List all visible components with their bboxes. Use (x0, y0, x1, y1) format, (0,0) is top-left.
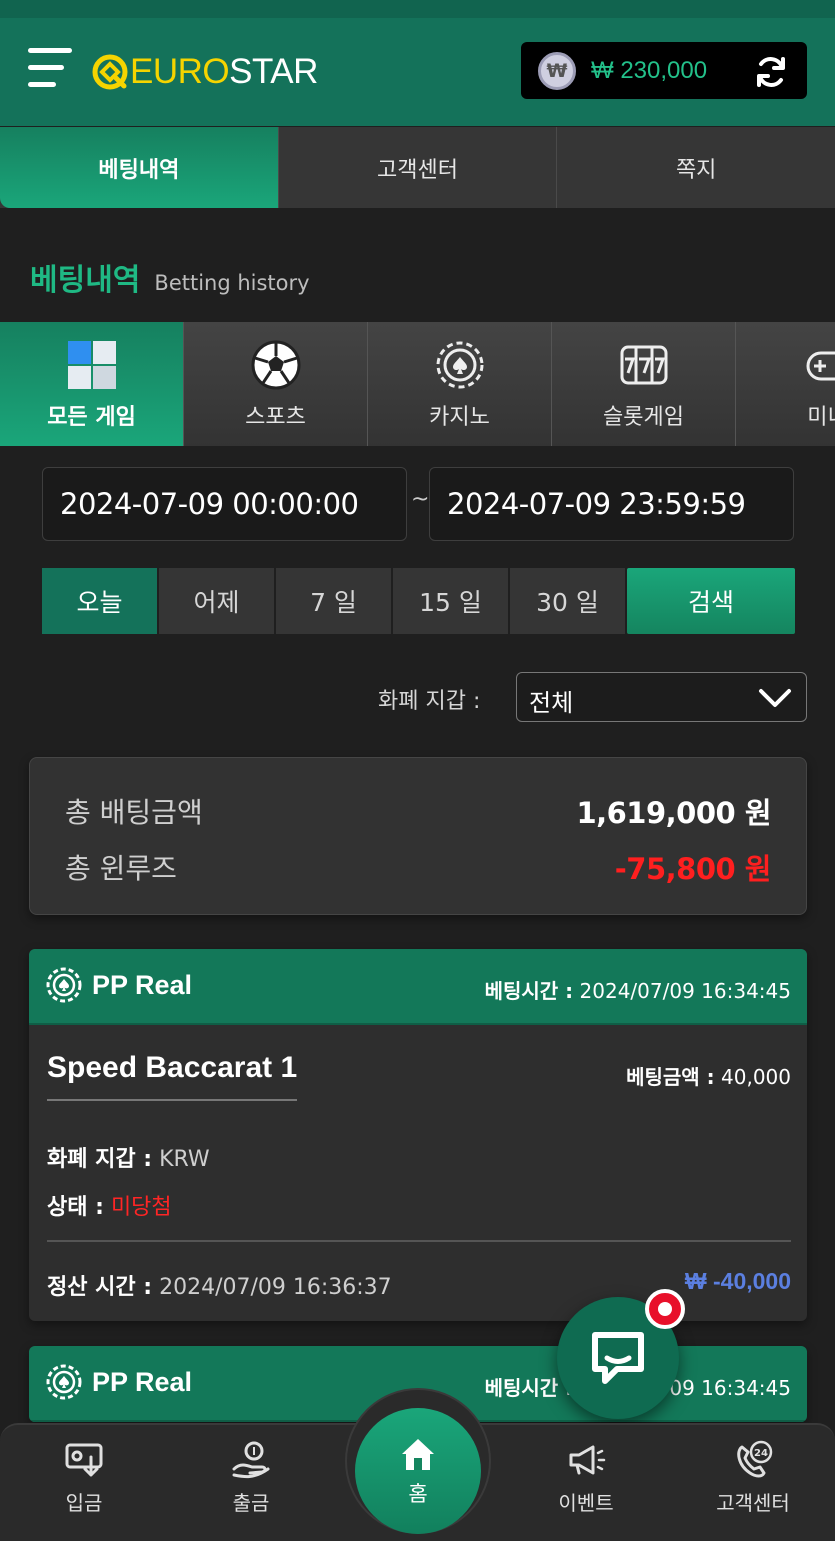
nav-label: 출금 (232, 1491, 270, 1515)
search-button[interactable]: 검색 (627, 568, 795, 634)
withdraw-icon (232, 1441, 270, 1479)
category-all-games[interactable]: 모든 게임 (0, 322, 184, 446)
bet-amount-value: 40,000 (721, 1065, 791, 1089)
tab-betting-history[interactable]: 베팅내역 (0, 127, 279, 208)
gamepad-icon (806, 351, 835, 381)
home-icon (402, 1439, 434, 1470)
currency-filter-label: 화폐 지갑 : (378, 689, 481, 714)
bet-card-header: PP Real 베팅시간 : 2024/07/09 16:34:45 (29, 949, 807, 1025)
bet-time-label: 베팅시간 : (484, 979, 574, 1003)
total-winloss-value: -75,800 원 (614, 852, 772, 886)
nav-support[interactable]: 24 고객센터 (698, 1439, 808, 1516)
wallet-balance[interactable]: ₩ ₩ 230,000 (521, 42, 807, 99)
category-label: 미니 (807, 405, 835, 430)
page-tabs: 베팅내역 고객센터 쪽지 (0, 127, 835, 208)
notification-dot-icon (645, 1289, 685, 1329)
date-from-input[interactable]: 2024-07-09 00:00:00 (42, 467, 407, 541)
bet-currency-value: KRW (159, 1147, 210, 1172)
tab-customer-center[interactable]: 고객센터 (279, 127, 558, 208)
logo[interactable]: EURO STAR (90, 52, 318, 92)
category-casino[interactable]: 카지노 (368, 322, 552, 446)
date-to-input[interactable]: 2024-07-09 23:59:59 (429, 467, 794, 541)
slot-machine-icon (620, 345, 667, 385)
nav-deposit[interactable]: 입금 (29, 1439, 139, 1516)
settle-time-label: 정산 시간 : (47, 1275, 153, 1300)
casino-chip-icon (46, 1364, 82, 1400)
bet-time-label: 베팅시간 : (484, 1376, 574, 1400)
tab-messages[interactable]: 쪽지 (557, 127, 835, 208)
settle-amount: ₩ -40,000 (684, 1268, 791, 1294)
chevron-down-icon (759, 689, 791, 707)
page-title-en: Betting history (154, 271, 310, 295)
currency-select[interactable]: 전체 (516, 672, 807, 722)
quick-range-group: 오늘 어제 7 일 15 일 30 일 (42, 568, 625, 634)
menu-icon[interactable] (28, 48, 74, 90)
deposit-icon (65, 1443, 103, 1477)
game-category-tabs: 모든 게임 스포츠 카지노 슬롯게임 미니 (0, 322, 835, 446)
top-bar: EURO STAR ₩ ₩ 230,000 (0, 0, 835, 126)
page-title-ko: 베팅내역 (30, 263, 141, 298)
bet-time-value: 2024/07/09 16:34:45 (579, 979, 791, 1003)
nav-withdraw[interactable]: 출금 (196, 1439, 306, 1516)
provider-name: PP Real (92, 1367, 193, 1397)
megaphone-icon (569, 1445, 606, 1475)
range-30-days-button[interactable]: 30 일 (510, 568, 625, 634)
range-yesterday-button[interactable]: 어제 (159, 568, 274, 634)
game-name: Speed Baccarat 1 (47, 1051, 298, 1101)
nav-label: 홈 (408, 1482, 428, 1506)
casino-chip-icon (436, 341, 483, 389)
logo-text-star: STAR (229, 52, 318, 91)
support-badge-text: 24 (754, 1448, 768, 1459)
bet-card: PP Real 베팅시간 : 2024/07/09 16:34:45 Speed… (29, 949, 807, 1321)
date-separator: ~ (411, 487, 430, 512)
bet-amount-label: 베팅금액 : (626, 1065, 715, 1089)
bet-amount: 베팅금액 : 40,000 (626, 1061, 791, 1090)
provider-name: PP Real (92, 970, 193, 1000)
won-coin-icon: ₩ (538, 52, 576, 90)
divider (47, 1240, 791, 1242)
bet-status: 상태 : 미당첨 (47, 1189, 172, 1221)
nav-label: 입금 (65, 1491, 103, 1515)
nav-label: 이벤트 (558, 1491, 614, 1515)
bet-status-label: 상태 : (47, 1195, 104, 1220)
soccer-ball-icon (251, 340, 300, 390)
range-15-days-button[interactable]: 15 일 (393, 568, 508, 634)
support-24-icon: 24 (737, 1440, 773, 1478)
currency-select-value: 전체 (529, 689, 574, 717)
bet-status-value: 미당첨 (110, 1195, 172, 1220)
refresh-icon[interactable] (753, 54, 789, 90)
balance-amount: ₩ 230,000 (591, 57, 708, 84)
betting-summary: 총 배팅금액 1,619,000 원 총 윈루즈 -75,800 원 (29, 757, 807, 915)
category-label: 슬롯게임 (603, 405, 684, 430)
category-label: 모든 게임 (47, 405, 136, 430)
casino-chip-icon (46, 967, 82, 1003)
bet-time: 베팅시간 : 2024/07/09 16:34:45 (485, 975, 791, 1004)
range-today-button[interactable]: 오늘 (42, 568, 157, 634)
category-label: 스포츠 (245, 405, 306, 430)
total-bet-value: 1,619,000 원 (576, 796, 771, 830)
category-slots[interactable]: 슬롯게임 (552, 322, 736, 446)
settle-time: 정산 시간 : 2024/07/09 16:36:37 (47, 1269, 392, 1301)
total-bet-label: 총 배팅금액 (65, 796, 203, 829)
logo-text-euro: EURO (130, 52, 230, 91)
nav-event[interactable]: 이벤트 (531, 1439, 641, 1516)
chat-bubble-icon (592, 1332, 644, 1384)
logo-mark-icon (92, 54, 128, 90)
bet-currency: 화폐 지갑 : KRW (47, 1141, 210, 1173)
settle-time-value: 2024/07/09 16:36:37 (159, 1275, 392, 1300)
bet-currency-label: 화폐 지갑 : (47, 1147, 153, 1172)
total-winloss-label: 총 윈루즈 (65, 852, 177, 885)
category-label: 카지노 (429, 405, 490, 430)
all-games-icon (67, 341, 116, 389)
page-title: 베팅내역 Betting history (30, 255, 310, 299)
category-sports[interactable]: 스포츠 (184, 322, 368, 446)
nav-label: 고객센터 (716, 1491, 790, 1515)
nav-home-button[interactable]: 홈 (355, 1408, 481, 1534)
range-7-days-button[interactable]: 7 일 (276, 568, 391, 634)
bet-card-body: Speed Baccarat 1 베팅금액 : 40,000 화폐 지갑 : K… (29, 1025, 807, 1321)
category-mini[interactable]: 미니 (736, 322, 835, 446)
